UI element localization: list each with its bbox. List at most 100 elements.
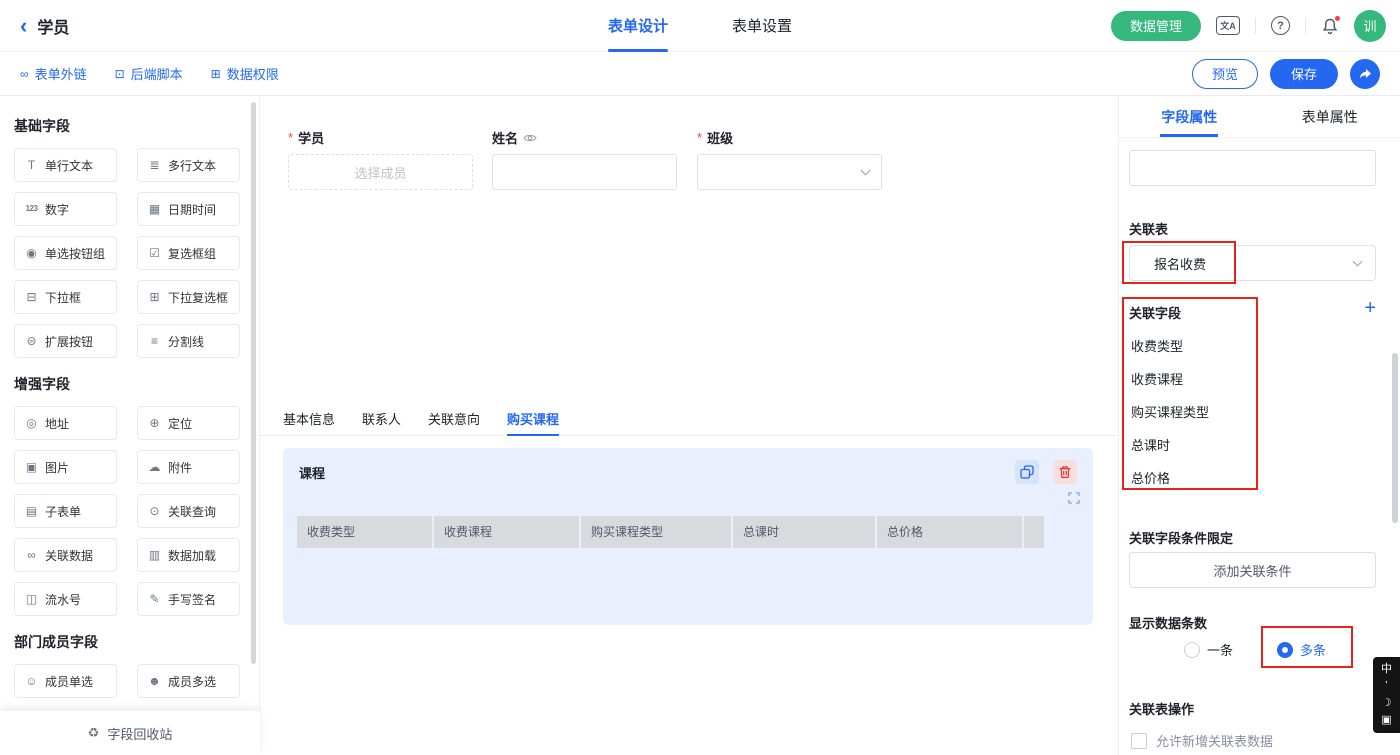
avatar[interactable]: 训 <box>1354 10 1386 42</box>
member-picker-input[interactable]: 选择成员 <box>288 154 473 190</box>
field-item-single-line-text[interactable]: T单行文本 <box>14 148 117 182</box>
share-button[interactable] <box>1350 59 1380 89</box>
serial-number-icon: ◫ <box>24 593 39 605</box>
preview-button[interactable]: 预览 <box>1192 59 1258 89</box>
related-query-icon: ⊙ <box>147 505 162 517</box>
field-item-multi-dropdown[interactable]: ⊞下拉复选框 <box>137 280 240 314</box>
field-item-location[interactable]: ⊕定位 <box>137 406 240 440</box>
related-table-select[interactable]: 报名收费 <box>1129 245 1376 281</box>
field-item-member-single[interactable]: ☺成员单选 <box>14 664 117 698</box>
display-count-radio-group: 一条 多条 <box>1184 640 1326 659</box>
field-item-dropdown[interactable]: ⊟下拉框 <box>14 280 117 314</box>
field-item-attachment[interactable]: ☁附件 <box>137 450 240 484</box>
field-item-signature[interactable]: ✎手写签名 <box>137 582 240 616</box>
link-label: 数据权限 <box>227 64 279 83</box>
radio-label: 一条 <box>1207 640 1233 659</box>
field-item-divider[interactable]: ≡分割线 <box>137 324 240 358</box>
properties-panel: 字段属性 表单属性 关联表 报名收费 关联字段 + 收费类型 收费课程 购买课程… <box>1118 96 1400 755</box>
signature-icon: ✎ <box>147 593 162 605</box>
section-title-basic-fields: 基础字段 <box>14 116 259 136</box>
field-item-image[interactable]: ▣图片 <box>14 450 117 484</box>
related-field-item[interactable]: 总价格 <box>1131 468 1170 485</box>
field-item-data-load[interactable]: ▥数据加载 <box>137 538 240 572</box>
sidebar-scrollbar[interactable] <box>251 102 256 664</box>
eye-icon <box>523 133 537 143</box>
tab-purchase-course[interactable]: 购买课程 <box>507 402 559 435</box>
field-item-datetime[interactable]: ▦日期时间 <box>137 192 240 226</box>
input-method-widget[interactable]: 中 ʼ ☽ ▣ <box>1373 657 1400 733</box>
property-input[interactable] <box>1129 150 1376 186</box>
form-field-student[interactable]: *学员 选择成员 <box>288 130 473 190</box>
field-item-number[interactable]: 123数字 <box>14 192 117 226</box>
save-button[interactable]: 保存 <box>1270 59 1338 89</box>
field-item-label: 定位 <box>168 415 192 432</box>
delete-button[interactable] <box>1053 460 1077 484</box>
tab-related-intent[interactable]: 关联意向 <box>428 402 480 435</box>
notification-bell-icon[interactable] <box>1321 17 1339 35</box>
field-item-subform[interactable]: ▤子表单 <box>14 494 117 528</box>
form-canvas: *学员 选择成员 姓名 *班级 基本信息 联系人 关联意向 购买课程 课程 <box>260 96 1118 755</box>
form-designer-app: ‹ 学员 表单设计 表单设置 数据管理 文A ? 训 ∞ 表单外链 <box>0 0 1400 755</box>
related-field-item[interactable]: 总课时 <box>1131 435 1170 452</box>
related-field-item[interactable]: 收费课程 <box>1131 369 1183 386</box>
field-label: 班级 <box>707 128 733 147</box>
image-icon: ▣ <box>24 461 39 473</box>
tab-form-settings[interactable]: 表单设置 <box>732 0 792 52</box>
field-item-checkbox-group[interactable]: ☑复选框组 <box>137 236 240 270</box>
radio-multiple[interactable]: 多条 <box>1277 640 1326 659</box>
properties-scrollbar[interactable] <box>1392 353 1398 523</box>
related-field-item[interactable]: 购买课程类型 <box>1131 402 1209 419</box>
sub-toolbar: ∞ 表单外链 ⊡ 后端脚本 ⊞ 数据权限 预览 保存 <box>0 52 1400 96</box>
copy-button[interactable] <box>1015 460 1039 484</box>
field-item-address[interactable]: ◎地址 <box>14 406 117 440</box>
field-item-multi-line-text[interactable]: ≣多行文本 <box>137 148 240 182</box>
subform-icon: ▤ <box>24 505 39 517</box>
field-item-extend-button[interactable]: ⊜扩展按钮 <box>14 324 117 358</box>
name-text-input[interactable] <box>492 154 677 190</box>
field-item-label: 多行文本 <box>168 157 216 174</box>
course-subform-panel[interactable]: 课程 收费类型 收费课程 购买课程类型 总课时 总价格 <box>283 448 1093 625</box>
link-label: 后端脚本 <box>131 64 183 83</box>
allow-add-checkbox[interactable] <box>1131 733 1147 749</box>
field-item-label: 关联数据 <box>45 547 93 564</box>
allow-add-label: 允许新增关联表数据 <box>1156 731 1273 750</box>
help-icon[interactable]: ? <box>1271 16 1290 35</box>
field-item-member-multi[interactable]: ☻成员多选 <box>137 664 240 698</box>
translate-icon[interactable]: 文A <box>1216 16 1240 35</box>
field-item-related-data[interactable]: ∞关联数据 <box>14 538 117 572</box>
divider-icon: ≡ <box>147 335 162 347</box>
field-item-label: 流水号 <box>45 591 81 608</box>
form-field-class[interactable]: *班级 <box>697 130 882 190</box>
class-select-input[interactable] <box>697 154 882 190</box>
tab-field-properties[interactable]: 字段属性 <box>1119 96 1260 137</box>
field-recycle-bin[interactable]: ♻ 字段回收站 <box>0 711 260 755</box>
notification-dot <box>1334 15 1341 22</box>
subform-table-header: 收费类型 收费课程 购买课程类型 总课时 总价格 <box>297 516 1044 548</box>
data-permission-button[interactable]: ⊞ 数据权限 <box>211 64 279 83</box>
radio-single[interactable]: 一条 <box>1184 640 1233 659</box>
field-item-label: 日期时间 <box>168 201 216 218</box>
chevron-down-icon <box>861 166 871 176</box>
tab-basic-info[interactable]: 基本信息 <box>283 402 335 435</box>
field-item-radio-group[interactable]: ◉单选按钮组 <box>14 236 117 270</box>
tab-form-properties[interactable]: 表单属性 <box>1260 96 1400 137</box>
field-item-serial-number[interactable]: ◫ 流水号 <box>14 582 117 616</box>
field-item-related-query[interactable]: ⊙关联查询 <box>137 494 240 528</box>
dropdown-icon: ⊟ <box>24 291 39 303</box>
ime-keyboard-icon: ▣ <box>1381 715 1391 726</box>
add-related-field-button[interactable]: + <box>1364 298 1376 318</box>
backend-script-button[interactable]: ⊡ 后端脚本 <box>115 64 183 83</box>
column-header: 收费课程 <box>434 516 579 548</box>
form-external-link-button[interactable]: ∞ 表单外链 <box>20 64 87 83</box>
related-field-item[interactable]: 收费类型 <box>1131 336 1183 353</box>
field-label: 姓名 <box>492 128 518 147</box>
data-manage-button[interactable]: 数据管理 <box>1111 11 1201 41</box>
add-condition-button[interactable]: 添加关联条件 <box>1129 552 1376 588</box>
properties-tabs: 字段属性 表单属性 <box>1119 96 1400 138</box>
field-item-label: 数字 <box>45 201 69 218</box>
back-chevron-icon[interactable]: ‹ <box>20 15 27 37</box>
expand-button[interactable] <box>1068 492 1080 504</box>
form-field-name[interactable]: 姓名 <box>492 130 677 190</box>
tab-contacts[interactable]: 联系人 <box>362 402 401 435</box>
tab-form-design[interactable]: 表单设计 <box>608 0 668 52</box>
